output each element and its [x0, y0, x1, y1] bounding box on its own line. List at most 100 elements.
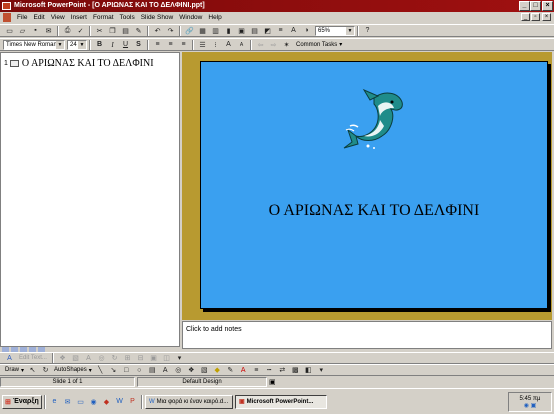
menu-format[interactable]: Format — [90, 12, 117, 23]
align-right-icon[interactable]: ≡ — [178, 40, 189, 50]
notes-pane[interactable]: Click to add notes — [182, 321, 552, 349]
promote-icon[interactable]: ⇦ — [255, 40, 266, 50]
ie-icon[interactable]: e — [49, 397, 60, 407]
animation-effects-icon[interactable]: ✶ — [281, 40, 292, 50]
paste-icon[interactable]: ▤ — [120, 26, 131, 36]
line-icon[interactable]: ╲ — [95, 365, 106, 375]
line-style-icon[interactable]: ≡ — [251, 365, 262, 375]
arrow-icon[interactable]: ↘ — [108, 365, 119, 375]
undo-icon[interactable]: ↶ — [152, 26, 163, 36]
expand-all-icon[interactable]: ≡ — [275, 26, 286, 36]
insert-clipart-icon[interactable]: ❖ — [57, 353, 68, 363]
taskbar-item-word-document[interactable]: W Μια φορά κι έναν καιρό.d... — [145, 394, 233, 409]
insert-chart-icon[interactable]: ▮ — [223, 26, 234, 36]
draw-menu-button[interactable]: Draw ▾ — [3, 365, 26, 375]
insert-clipart-icon[interactable]: ❖ — [186, 365, 197, 375]
office-icon[interactable]: ◆ — [101, 397, 112, 407]
zoom-select[interactable]: 65% ▼ — [315, 25, 355, 36]
grayscale-icon[interactable]: ◑ — [301, 26, 312, 36]
cut-icon[interactable]: ✂ — [94, 26, 105, 36]
font-size-select[interactable]: 24 ▼ — [67, 39, 87, 50]
rectangle-icon[interactable]: □ — [121, 365, 132, 375]
common-tasks-button[interactable]: Common Tasks ▾ — [293, 40, 345, 50]
3d-style-icon[interactable]: ◧ — [303, 365, 314, 375]
tables-borders-icon[interactable]: ▦ — [197, 26, 208, 36]
textbox-icon[interactable]: ▤ — [147, 365, 158, 375]
dolphin-clipart[interactable] — [340, 86, 410, 154]
doc-restore-button[interactable]: ▫ — [531, 13, 540, 21]
oval-icon[interactable]: ○ — [134, 365, 145, 375]
menu-insert[interactable]: Insert — [68, 12, 90, 23]
group-icon[interactable]: ▣ — [148, 353, 159, 363]
more-icon[interactable]: ▾ — [316, 365, 327, 375]
powerpoint-app-icon[interactable] — [2, 2, 11, 10]
free-rotate-icon[interactable]: ↻ — [40, 365, 51, 375]
bullets-icon[interactable]: ⁝ — [210, 40, 221, 50]
print-icon[interactable]: ⎙ — [62, 26, 73, 36]
insert-picture-icon[interactable]: ▧ — [199, 365, 210, 375]
align-left-icon[interactable]: ≡ — [152, 40, 163, 50]
underline-button[interactable]: U — [120, 40, 131, 50]
arrow-style-icon[interactable]: ⇄ — [277, 365, 288, 375]
new-icon[interactable]: ▭ — [4, 26, 15, 36]
insert-wordart-icon[interactable]: A — [160, 365, 171, 375]
menu-slide-show[interactable]: Slide Show — [138, 12, 177, 23]
close-button[interactable]: × — [542, 1, 553, 11]
menu-window[interactable]: Window — [176, 12, 205, 23]
decrease-font-icon[interactable]: A — [236, 40, 247, 50]
shadow-style-icon[interactable]: ▩ — [290, 365, 301, 375]
select-objects-icon[interactable]: ↖ — [27, 365, 38, 375]
menu-view[interactable]: View — [48, 12, 68, 23]
menu-help[interactable]: Help — [205, 12, 224, 23]
increase-font-icon[interactable]: A — [223, 40, 234, 50]
menu-tools[interactable]: Tools — [117, 12, 138, 23]
outlook-icon[interactable]: ✉ — [62, 397, 73, 407]
hyperlink-icon[interactable]: 🔗 — [184, 26, 195, 36]
italic-button[interactable]: I — [107, 40, 118, 50]
numbering-icon[interactable]: ☰ — [197, 40, 208, 50]
doc-close-button[interactable]: × — [542, 13, 551, 21]
text-box-icon[interactable]: A — [4, 353, 15, 363]
maximize-button[interactable]: □ — [530, 1, 541, 11]
new-slide-icon[interactable]: ▣ — [236, 26, 247, 36]
dash-style-icon[interactable]: ┅ — [264, 365, 275, 375]
rotate-icon[interactable]: ↻ — [109, 353, 120, 363]
taskbar-item-powerpoint[interactable]: ▣ Microsoft PowerPoint... — [235, 394, 327, 409]
doc-minimize-button[interactable]: _ — [521, 13, 530, 21]
outline-slide-title[interactable]: Ο ΑΡΙΩΝΑΣ ΚΑΙ ΤΟ ΔΕΛΦΙΝΙ — [22, 58, 154, 69]
insert-table-icon[interactable]: ▥ — [210, 26, 221, 36]
copy-icon[interactable]: ❐ — [107, 26, 118, 36]
word-icon[interactable]: W — [114, 397, 125, 407]
ungroup-icon[interactable]: ◫ — [161, 353, 172, 363]
font-select[interactable]: Times New Roman ▼ — [3, 39, 65, 50]
menu-file[interactable]: File — [14, 12, 30, 23]
format-painter-icon[interactable]: ✎ — [133, 26, 144, 36]
edit-text-button[interactable]: Edit Text... — [16, 353, 50, 363]
slide-layout-icon[interactable]: ▤ — [249, 26, 260, 36]
menu-edit[interactable]: Edit — [30, 12, 47, 23]
insert-diagram-icon[interactable]: ◎ — [173, 365, 184, 375]
outline-pane[interactable] — [0, 52, 180, 347]
fill-color-icon[interactable]: ◆ — [212, 365, 223, 375]
align-center-icon[interactable]: ≡ — [165, 40, 176, 50]
autoshapes-menu-button[interactable]: AutoShapes ▾ — [52, 365, 94, 375]
media-icon[interactable]: ◉ — [88, 397, 99, 407]
open-icon[interactable]: ▱ — [17, 26, 28, 36]
minimize-button[interactable]: _ — [519, 1, 530, 11]
start-button[interactable]: ⊞ Έναρξη — [2, 394, 42, 409]
pp-quick-icon[interactable]: P — [127, 397, 138, 407]
diagram-icon[interactable]: ◎ — [96, 353, 107, 363]
more-icon[interactable]: ▾ — [174, 353, 185, 363]
line-color-icon[interactable]: ✎ — [225, 365, 236, 375]
spelling-icon[interactable]: ✓ — [75, 26, 86, 36]
email-icon[interactable]: ✉ — [43, 26, 54, 36]
show-formatting-icon[interactable]: A — [288, 26, 299, 36]
insert-picture-icon[interactable]: ▧ — [70, 353, 81, 363]
demote-icon[interactable]: ⇨ — [268, 40, 279, 50]
bold-button[interactable]: B — [94, 40, 105, 50]
distribute-icon[interactable]: ⊟ — [135, 353, 146, 363]
save-icon[interactable]: ▪ — [30, 26, 41, 36]
slide-title[interactable]: Ο ΑΡΙΩΝΑΣ ΚΑΙ ΤΟ ΔΕΛΦΙΝΙ — [200, 202, 548, 220]
wordart-icon[interactable]: A — [83, 353, 94, 363]
outline-slide-row[interactable]: 1 Ο ΑΡΙΩΝΑΣ ΚΑΙ ΤΟ ΔΕΛΦΙΝΙ — [4, 58, 154, 69]
